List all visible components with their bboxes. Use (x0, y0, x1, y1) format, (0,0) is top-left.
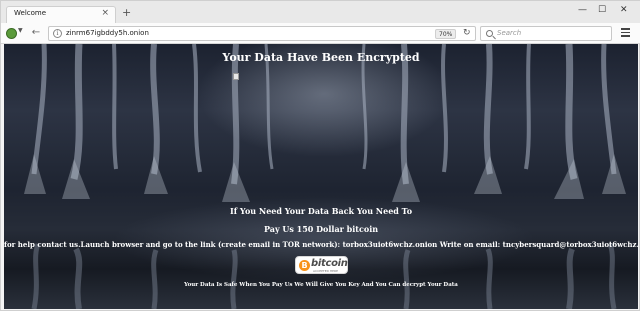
url-text[interactable]: zinrm67igbddy5h.onion (66, 29, 149, 37)
footer-message: Your Data Is Safe When You Pay Us We Wil… (184, 282, 458, 288)
contact-instructions: for help contact us.Launch browser and g… (4, 240, 638, 249)
browser-window: Welcome × + — ☐ ✕ ▼ ← i zinrm67igbddy5h.… (0, 0, 640, 311)
back-button[interactable]: ← (29, 26, 43, 40)
new-tab-button[interactable]: + (122, 7, 131, 19)
bitcoin-accepted-subtext: ACCEPTED HERE (313, 269, 339, 273)
search-placeholder: Search (497, 29, 522, 37)
info-icon[interactable]: i (53, 29, 62, 38)
tab-welcome[interactable]: Welcome × (6, 6, 116, 23)
address-bar[interactable]: i zinrm67igbddy5h.onion 70% ↻ (48, 26, 476, 41)
tab-title: Welcome (14, 9, 47, 17)
bitcoin-icon: B (299, 260, 310, 271)
tor-menu-caret-icon[interactable]: ▼ (18, 27, 23, 34)
bitcoin-wordmark: bitcoin (311, 258, 348, 269)
page-title: Your Data Have Been Encrypted (222, 51, 420, 64)
broken-image-icon (233, 73, 239, 80)
reload-button[interactable]: ↻ (463, 28, 471, 38)
tab-close-icon[interactable]: × (101, 8, 109, 18)
bitcoin-accepted-logo: B bitcoin ACCEPTED HERE (295, 256, 348, 274)
tor-onion-icon[interactable] (6, 28, 17, 39)
search-input[interactable]: Search (480, 26, 612, 41)
page-content: Your Data Have Been Encrypted If You Nee… (4, 44, 638, 309)
menu-icon[interactable] (621, 28, 630, 37)
maximize-button[interactable]: ☐ (598, 4, 606, 16)
search-icon (486, 30, 493, 37)
zoom-level-badge[interactable]: 70% (435, 29, 457, 39)
tab-strip: Welcome × + — ☐ ✕ (1, 1, 640, 23)
close-window-button[interactable]: ✕ (620, 4, 628, 16)
minimize-button[interactable]: — (578, 4, 587, 16)
ransom-message-line-1: If You Need Your Data Back You Need To (229, 206, 413, 216)
navigation-bar: ▼ ← i zinrm67igbddy5h.onion 70% ↻ Search (1, 23, 640, 44)
ransom-message-line-2: Pay Us 150 Dollar bitcoin (263, 224, 379, 234)
